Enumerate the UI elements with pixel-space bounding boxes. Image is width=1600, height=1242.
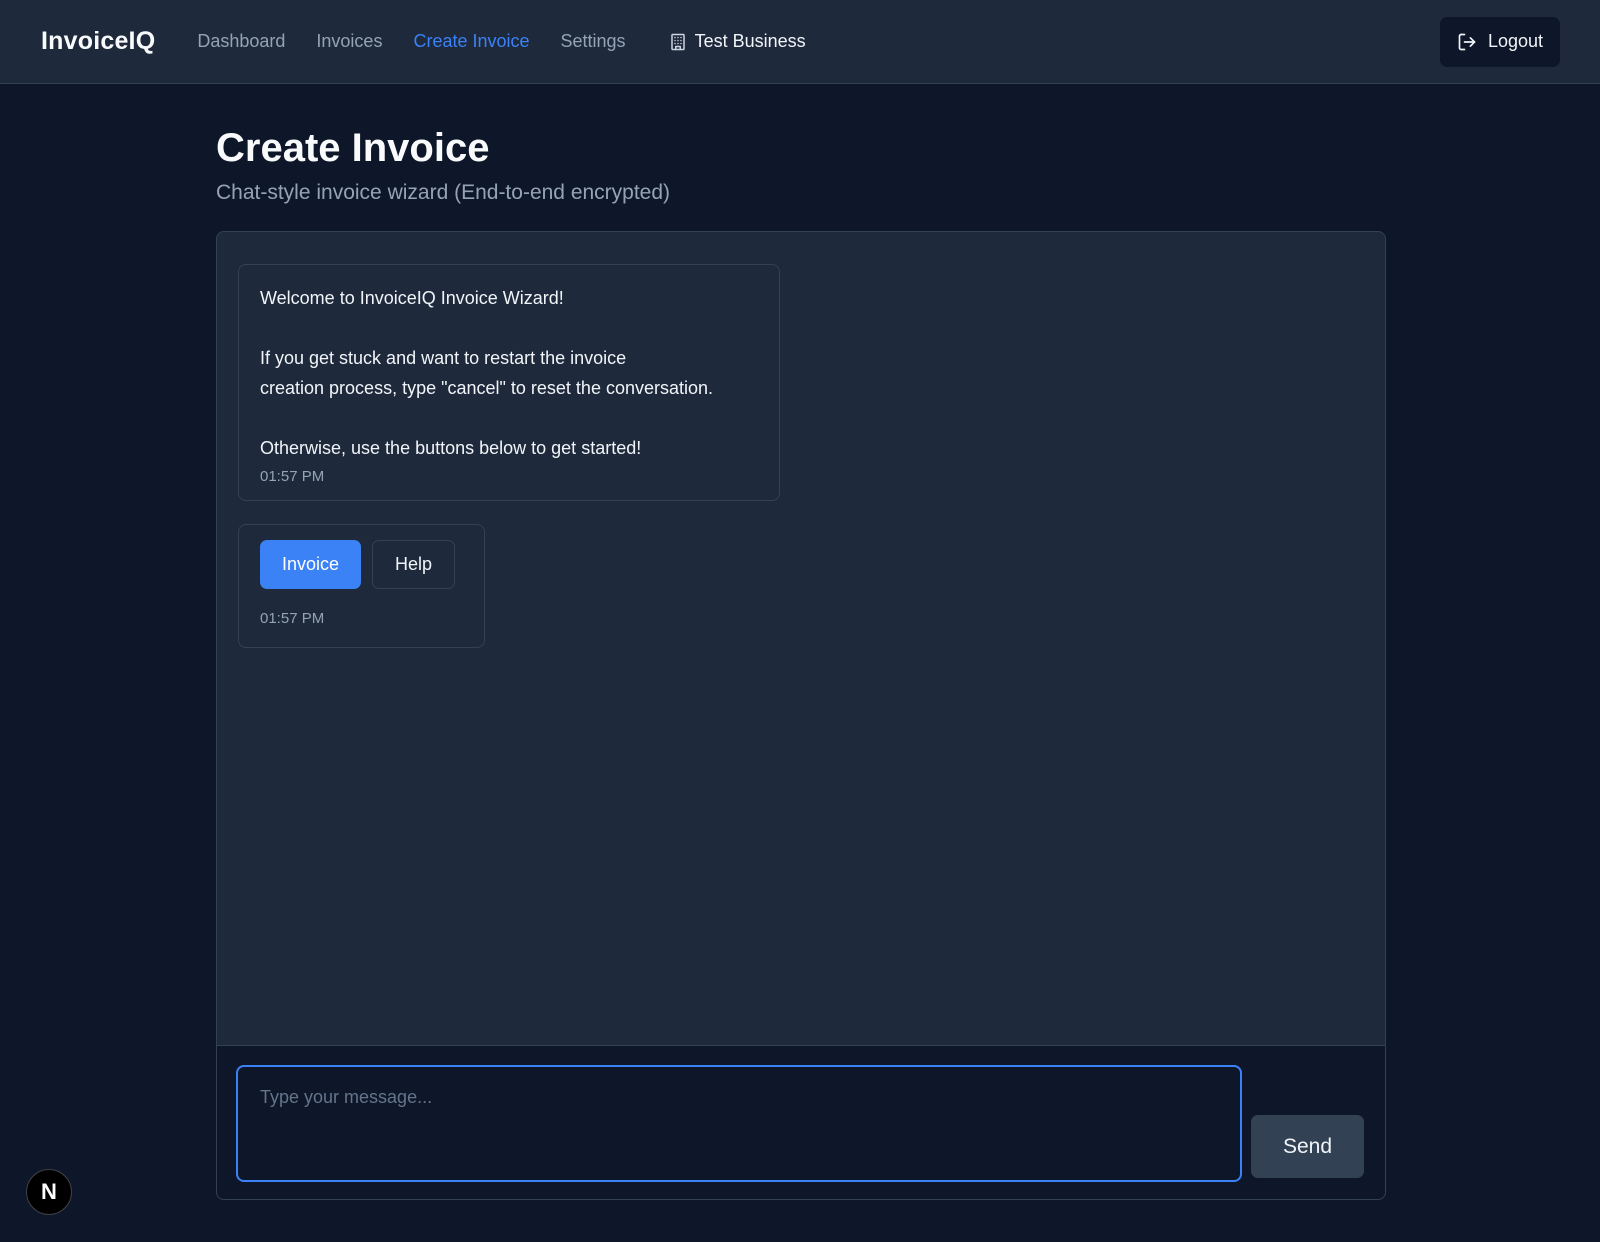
- business-name: Test Business: [694, 31, 806, 51]
- welcome-message: Welcome to InvoiceIQ Invoice Wizard! If …: [238, 264, 780, 501]
- page-title: Create Invoice: [216, 126, 490, 170]
- nav-link-settings[interactable]: Settings: [561, 31, 626, 52]
- dev-tools-badge[interactable]: N: [26, 1169, 72, 1215]
- nav-links: Dashboard Invoices Create Invoice Settin…: [197, 31, 656, 52]
- welcome-paragraph: Welcome to InvoiceIQ Invoice Wizard!: [260, 288, 564, 308]
- action-buttons: Invoice Help: [260, 540, 463, 589]
- message-input[interactable]: [236, 1065, 1242, 1182]
- message-list[interactable]: Welcome to InvoiceIQ Invoice Wizard! If …: [217, 232, 1385, 1045]
- instructions-paragraph: If you get stuck and want to restart the…: [260, 348, 714, 398]
- invoice-button[interactable]: Invoice: [260, 540, 362, 589]
- welcome-message-text: Welcome to InvoiceIQ Invoice Wizard! If …: [260, 283, 758, 463]
- send-button[interactable]: Send: [1251, 1115, 1364, 1178]
- message-timestamp: 01:57 PM: [260, 610, 325, 627]
- getting-started-paragraph: Otherwise, use the buttons below to get …: [260, 438, 642, 458]
- nav-link-create-invoice[interactable]: Create Invoice: [413, 31, 529, 52]
- message-timestamp: 01:57 PM: [260, 468, 325, 485]
- help-button[interactable]: Help: [372, 540, 456, 589]
- business-indicator: Test Business: [669, 31, 806, 52]
- nav-link-invoices[interactable]: Invoices: [316, 31, 382, 52]
- logout-icon: [1458, 33, 1476, 50]
- logout-button[interactable]: Logout: [1439, 16, 1560, 67]
- brand-logo[interactable]: InvoiceIQ: [41, 27, 155, 56]
- building-icon: [670, 33, 685, 50]
- logout-label: Logout: [1487, 31, 1543, 51]
- nav-link-dashboard[interactable]: Dashboard: [197, 31, 285, 52]
- page-subtitle: Chat-style invoice wizard (End-to-end en…: [216, 181, 671, 204]
- message-composer: Send: [217, 1045, 1385, 1199]
- action-message: Invoice Help 01:57 PM: [238, 524, 485, 648]
- top-navbar: InvoiceIQ Dashboard Invoices Create Invo…: [0, 0, 1600, 84]
- chat-panel: Welcome to InvoiceIQ Invoice Wizard! If …: [216, 231, 1386, 1200]
